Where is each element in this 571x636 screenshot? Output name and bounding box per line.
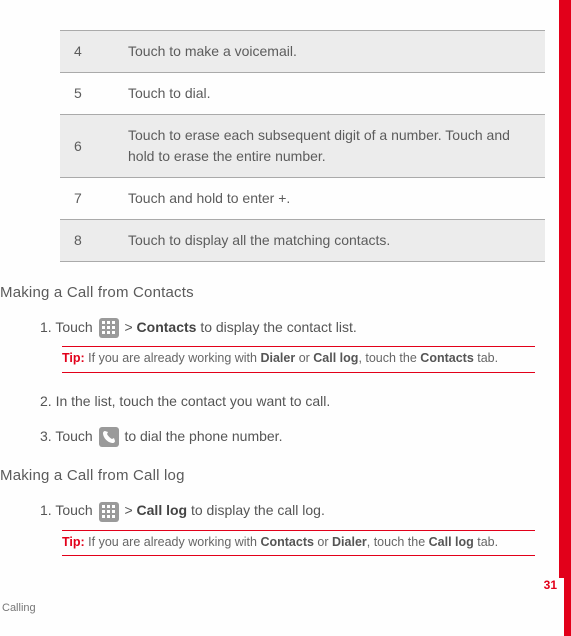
cell-desc: Touch to dial.: [114, 73, 545, 115]
bold-text: Contacts: [260, 535, 313, 549]
text: tab.: [474, 351, 498, 365]
step-1: 1. Touch > Call log to display the call …: [40, 500, 535, 556]
cell-desc: Touch to display all the matching contac…: [114, 220, 545, 262]
text: tab.: [474, 535, 498, 549]
phone-icon: [99, 427, 119, 447]
tip-box: Tip: If you are already working with Dia…: [62, 346, 535, 373]
text: If you are already working with: [88, 351, 260, 365]
text: , touch the: [358, 351, 420, 365]
cell-num: 8: [60, 220, 114, 262]
step-3: 3. Touch to dial the phone number.: [40, 426, 535, 447]
bold-text: Call log: [137, 502, 188, 518]
section-heading-calllog: Making a Call from Call log: [0, 467, 535, 484]
table-row: 6Touch to erase each subsequent digit of…: [60, 115, 545, 178]
page-edge-bar: [564, 0, 571, 636]
step-1: 1. Touch > Contacts to display the conta…: [40, 317, 535, 373]
bold-text: Dialer: [332, 535, 367, 549]
bold-text: Call log: [429, 535, 474, 549]
steps-calllog: 1. Touch > Call log to display the call …: [40, 500, 535, 556]
text: If you are already working with: [88, 535, 260, 549]
table-row: 7Touch and hold to enter +.: [60, 178, 545, 220]
text: 3. Touch: [40, 428, 97, 444]
text: to display the call log.: [191, 502, 325, 518]
apps-grid-icon: [99, 318, 119, 338]
cell-desc: Touch and hold to enter +.: [114, 178, 545, 220]
footer-section-label: Calling: [2, 602, 36, 614]
page-edge-bar-inner: [559, 0, 564, 578]
bold-text: Contacts: [137, 319, 197, 335]
text: >: [124, 502, 136, 518]
steps-contacts: 1. Touch > Contacts to display the conta…: [40, 317, 535, 447]
cell-num: 6: [60, 115, 114, 178]
bold-text: Dialer: [260, 351, 295, 365]
text: , touch the: [367, 535, 429, 549]
text: to dial the phone number.: [124, 428, 282, 444]
text: to display the contact list.: [200, 319, 356, 335]
table-row: 5Touch to dial.: [60, 73, 545, 115]
tip-label: Tip:: [62, 535, 88, 549]
section-heading-contacts: Making a Call from Contacts: [0, 284, 535, 301]
step-2: 2. In the list, touch the contact you wa…: [40, 391, 535, 412]
table-row: 8Touch to display all the matching conta…: [60, 220, 545, 262]
page-number: 31: [544, 578, 557, 592]
text: 1. Touch: [40, 502, 97, 518]
page-content: 4Touch to make a voicemail. 5Touch to di…: [0, 0, 571, 556]
cell-num: 5: [60, 73, 114, 115]
text: >: [124, 319, 136, 335]
apps-grid-icon: [99, 502, 119, 522]
cell-num: 7: [60, 178, 114, 220]
text: 1. Touch: [40, 319, 97, 335]
tip-label: Tip:: [62, 351, 88, 365]
bold-text: Call log: [313, 351, 358, 365]
cell-num: 4: [60, 31, 114, 73]
bold-text: Contacts: [420, 351, 473, 365]
cell-desc: Touch to erase each subsequent digit of …: [114, 115, 545, 178]
text: or: [295, 351, 313, 365]
text: or: [314, 535, 332, 549]
cell-desc: Touch to make a voicemail.: [114, 31, 545, 73]
reference-table: 4Touch to make a voicemail. 5Touch to di…: [60, 30, 545, 262]
table-row: 4Touch to make a voicemail.: [60, 31, 545, 73]
tip-box: Tip: If you are already working with Con…: [62, 530, 535, 557]
